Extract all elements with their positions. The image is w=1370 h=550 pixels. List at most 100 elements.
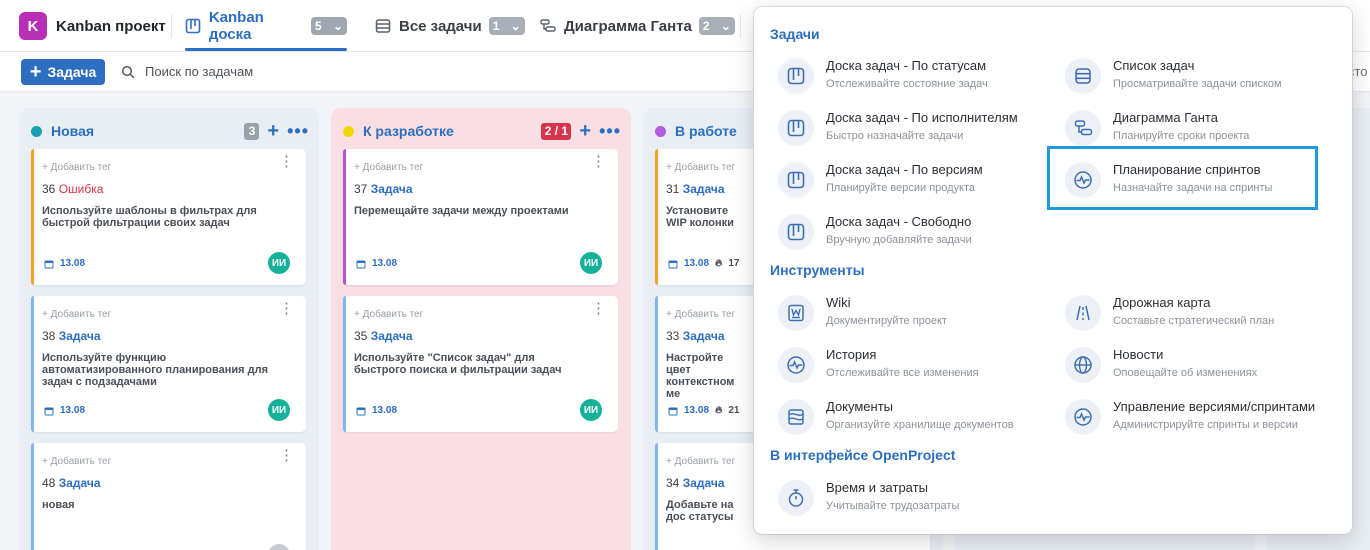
add-card-icon[interactable]: + xyxy=(267,121,279,141)
card-type: Задача xyxy=(370,329,413,343)
kebab-menu-icon[interactable]: ⋮ xyxy=(279,448,294,463)
task-card[interactable]: + Добавить тег ⋮ 37 Задача Перемещайте з… xyxy=(343,149,618,285)
tab-count: 1 xyxy=(492,19,500,33)
menu-item-task-list[interactable]: Список задач Просматривайте задачи списк… xyxy=(1065,54,1335,98)
column-header: Новая 3 + ••• xyxy=(31,121,309,141)
kebab-menu-icon[interactable]: ⋮ xyxy=(591,301,606,316)
menu-item-wiki[interactable]: Wiki Документируйте проект xyxy=(778,291,1048,335)
tab-count-dropdown[interactable]: 1 ⌄ xyxy=(488,17,525,35)
menu-item-roadmap[interactable]: Дорожная карта Составьте стратегический … xyxy=(1065,291,1335,335)
chevron-down-icon: ⌄ xyxy=(510,19,521,33)
card-title[interactable]: 34 Задача xyxy=(666,476,725,490)
add-tag-link[interactable]: + Добавить тег xyxy=(666,456,735,467)
avatar[interactable]: ИИ xyxy=(580,252,602,274)
tab-gantt[interactable]: Диаграмма Ганта 2 ⌄ xyxy=(539,0,735,52)
card-title[interactable]: 38 Задача xyxy=(42,329,101,343)
menu-item-board-free[interactable]: Доска задач - Свободно Вручную добавляйт… xyxy=(778,210,1048,254)
tab-label: Kanban доска xyxy=(208,9,264,43)
calendar-icon xyxy=(356,260,366,268)
card-number: 31 xyxy=(666,182,680,196)
add-tag-link[interactable]: + Добавить тег xyxy=(354,162,423,173)
tab-all-tasks[interactable]: Все задачи 1 ⌄ xyxy=(374,0,525,52)
task-card[interactable]: + Добавить тег ⋮ 36 Ошибка Используйте ш… xyxy=(31,149,306,285)
tab-count-dropdown[interactable]: 2 ⌄ xyxy=(698,17,735,35)
avatar[interactable]: ИИ xyxy=(580,399,602,421)
gantt-icon xyxy=(539,17,557,35)
card-number: 35 xyxy=(354,329,368,343)
menu-item-title: Документы xyxy=(826,399,894,414)
menu-item-history[interactable]: История Отслеживайте все изменения xyxy=(778,343,1048,387)
project-logo[interactable]: K xyxy=(19,12,47,40)
menu-item-gantt[interactable]: Диаграмма Ганта Планируйте сроки проекта xyxy=(1065,106,1335,150)
road-icon xyxy=(1065,295,1101,331)
menu-item-subtitle: Быстро назначайте задачи xyxy=(826,130,964,142)
task-card[interactable]: + Добавить тег ⋮ 48 Задача новая xyxy=(31,443,306,550)
tab-count-dropdown[interactable]: 5 ⌄ xyxy=(311,17,347,35)
card-description: новая xyxy=(42,499,75,511)
card-title[interactable]: 33 Задача xyxy=(666,329,725,343)
menu-item-subtitle: Оповещайте об изменениях xyxy=(1113,367,1258,379)
menu-item-title: Доска задач - По исполнителям xyxy=(826,110,1018,125)
flame-icon: 🔥︎ xyxy=(715,405,723,416)
menu-item-board-by-status[interactable]: Доска задач - По статусам Отслеживайте с… xyxy=(778,54,1048,98)
menu-item-versions-sprints[interactable]: Управление версиями/спринтами Администри… xyxy=(1065,395,1335,439)
add-tag-link[interactable]: + Добавить тег xyxy=(666,309,735,320)
menu-item-time-costs[interactable]: Время и затраты Учитывайте трудозатраты xyxy=(778,476,1048,520)
globe-icon xyxy=(1065,347,1101,383)
search-input[interactable]: Поиск по задачам xyxy=(121,64,253,79)
menu-item-board-by-version[interactable]: Доска задач - По версиям Планируйте верс… xyxy=(778,158,1048,202)
menu-item-title: Доска задач - По статусам xyxy=(826,58,987,73)
card-description: Используйте "Список задач" для быстрого … xyxy=(354,352,562,376)
date-value: 13.08 xyxy=(684,405,710,416)
date-value: 13.08 xyxy=(60,405,86,416)
column-title[interactable]: В работе xyxy=(675,123,737,139)
card-type: Ошибка xyxy=(58,182,104,196)
gantt-icon xyxy=(1065,110,1101,146)
card-title[interactable]: 48 Задача xyxy=(42,476,101,490)
menu-item-news[interactable]: Новости Оповещайте об изменениях xyxy=(1065,343,1335,387)
card-description: Установите WIP колонки xyxy=(666,205,734,229)
kebab-menu-icon[interactable]: ⋮ xyxy=(279,301,294,316)
card-title[interactable]: 35 Задача xyxy=(354,329,413,343)
status-dot xyxy=(343,125,354,137)
add-tag-link[interactable]: + Добавить тег xyxy=(666,162,735,173)
avatar[interactable]: ИИ xyxy=(268,252,290,274)
card-date: 13.08 🔥︎ 21 xyxy=(668,405,740,416)
add-task-button[interactable]: + Задача xyxy=(21,59,105,85)
tab-count: 5 xyxy=(315,19,322,33)
tab-label: Диаграмма Ганта xyxy=(564,17,692,35)
more-options-icon[interactable]: ••• xyxy=(599,122,621,140)
card-type: Задача xyxy=(682,476,725,490)
status-dot xyxy=(31,125,42,137)
menu-item-board-by-assignee[interactable]: Доска задач - По исполнителям Быстро наз… xyxy=(778,106,1048,150)
add-card-icon[interactable]: + xyxy=(579,121,591,141)
menu-item-subtitle: Отслеживайте все изменения xyxy=(826,367,979,379)
menu-item-title: Время и затраты xyxy=(826,480,928,495)
list-icon xyxy=(374,17,392,35)
column-title[interactable]: К разработке xyxy=(363,123,454,139)
add-tag-link[interactable]: + Добавить тег xyxy=(42,309,111,320)
card-date: 13.08 xyxy=(356,258,397,269)
avatar[interactable]: ИИ xyxy=(268,399,290,421)
kebab-menu-icon[interactable]: ⋮ xyxy=(591,154,606,169)
more-options-icon[interactable]: ••• xyxy=(287,122,309,140)
tab-kanban-board[interactable]: Kanban доска 5 ⌄ xyxy=(185,0,347,52)
add-tag-link[interactable]: + Добавить тег xyxy=(354,309,423,320)
add-tag-link[interactable]: + Добавить тег xyxy=(42,162,111,173)
card-title[interactable]: 31 Задача xyxy=(666,182,725,196)
project-name[interactable]: Kanban проект xyxy=(56,18,166,35)
add-tag-link[interactable]: + Добавить тег xyxy=(42,456,111,467)
menu-item-documents[interactable]: Документы Организуйте хранилище документ… xyxy=(778,395,1048,439)
menu-item-subtitle: Учитывайте трудозатраты xyxy=(826,500,960,512)
task-card[interactable]: + Добавить тег ⋮ 38 Задача Используйте ф… xyxy=(31,296,306,432)
column-title[interactable]: Новая xyxy=(51,123,94,139)
avatar[interactable] xyxy=(268,544,290,550)
kebab-menu-icon[interactable]: ⋮ xyxy=(279,154,294,169)
task-card[interactable]: + Добавить тег ⋮ 35 Задача Используйте "… xyxy=(343,296,618,432)
kanban-icon xyxy=(185,17,202,35)
board-column-to-develop: К разработке 2 / 1 + ••• + Добавить тег … xyxy=(331,108,631,550)
card-title[interactable]: 36 Ошибка xyxy=(42,182,103,196)
card-title[interactable]: 37 Задача xyxy=(354,182,413,196)
card-type: Задача xyxy=(58,329,101,343)
menu-item-title: Управление версиями/спринтами xyxy=(1113,399,1316,414)
